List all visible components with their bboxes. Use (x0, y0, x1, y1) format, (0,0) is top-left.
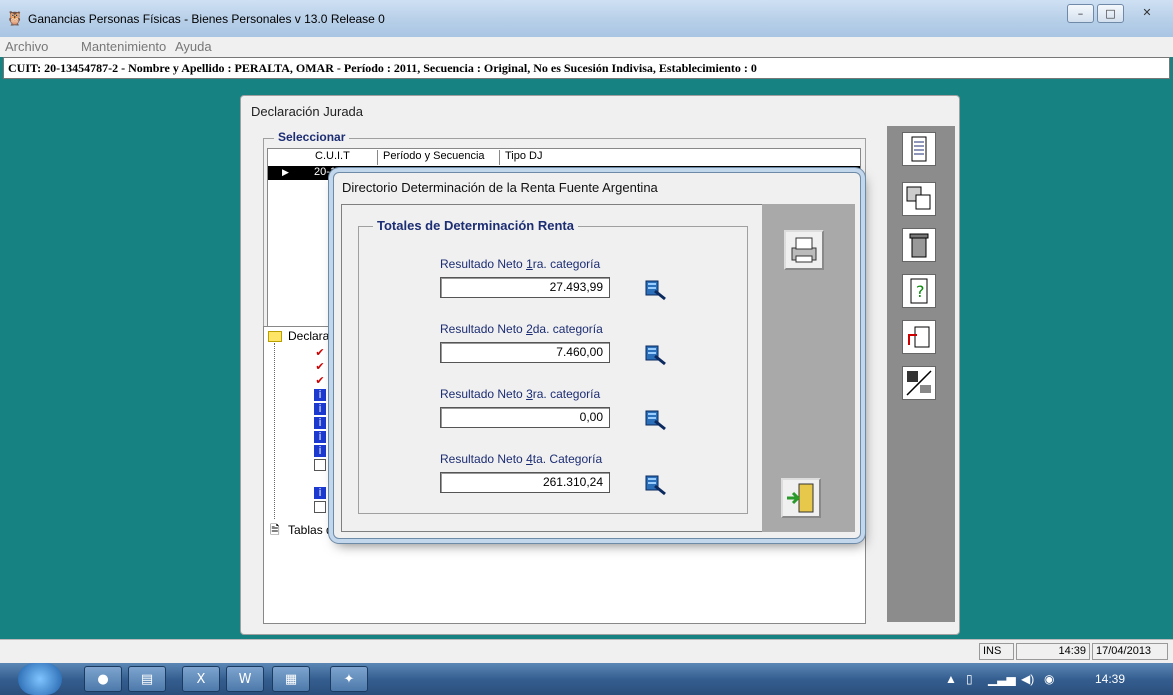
tree-item-blank-icon[interactable] (314, 501, 326, 513)
app-icon: 🦉 (6, 11, 24, 27)
tables-icon: 🗎 (270, 523, 280, 537)
taxpayer-info-line: CUIT: 20-13454787-2 - Nombre y Apellido … (3, 57, 1170, 79)
copy-documents-icon[interactable] (902, 182, 936, 216)
menu-bar: Archivo Mantenimiento Ayuda (0, 37, 1173, 57)
taskbar: ● ▤ X W ▦ ✦ ▲ ▯ ▁▃▅ ◀) ◉ 14:39 (0, 663, 1173, 695)
tree-item-info-icon[interactable]: i (314, 487, 326, 499)
tree-item-info-icon[interactable]: i (314, 417, 326, 429)
right-toolbar: ? (887, 126, 955, 622)
menu-mantenimiento[interactable]: Mantenimiento (81, 39, 166, 54)
window-title: Ganancias Personas Físicas - Bienes Pers… (28, 12, 385, 26)
status-mode: INS (979, 643, 1014, 660)
minimize-button[interactable]: – (1067, 4, 1094, 23)
search-detail-icon[interactable] (644, 409, 668, 431)
word-icon[interactable]: W (226, 666, 264, 692)
tray-expand-icon[interactable]: ▲ (945, 672, 957, 686)
exit-door-button[interactable] (781, 478, 821, 518)
maximize-button[interactable]: □ (1097, 4, 1124, 23)
resultado-4ta-label: Resultado Neto 4ta. Categoría (440, 452, 603, 466)
search-detail-icon[interactable] (644, 474, 668, 496)
resultado-1ra-field[interactable]: 27.493,99 (440, 277, 610, 298)
grid-header-cuit[interactable]: C.U.I.T (312, 150, 378, 165)
status-time: 14:39 (1016, 643, 1090, 660)
resultado-1ra-label: Resultado Neto 1ra. categoría (440, 257, 601, 271)
status-date: 17/04/2013 (1092, 643, 1168, 660)
resultado-3ra-label: Resultado Neto 3ra. categoría (440, 387, 601, 401)
tree-item-check-icon[interactable]: ✔ (314, 347, 326, 359)
tree-connector (274, 343, 275, 519)
resultado-3ra-field[interactable]: 0,00 (440, 407, 610, 428)
search-detail-icon[interactable] (644, 279, 668, 301)
ganancias-app-icon[interactable]: ✦ (330, 666, 368, 692)
resultado-2da-field[interactable]: 7.460,00 (440, 342, 610, 363)
status-bar: INS 14:39 17/04/2013 (0, 639, 1173, 663)
renta-fuente-argentina-dialog: Directorio Determinación de la Renta Fue… (333, 172, 861, 539)
search-detail-icon[interactable] (644, 344, 668, 366)
folder-icon (268, 331, 282, 342)
seleccionar-legend: Seleccionar (274, 130, 350, 144)
menu-archivo[interactable]: Archivo (5, 39, 48, 54)
menu-ayuda[interactable]: Ayuda (175, 39, 212, 54)
dj-window-title: Declaración Jurada (251, 104, 364, 119)
excel-icon[interactable]: X (182, 666, 220, 692)
resultado-4ta-field[interactable]: 261.310,24 (440, 472, 610, 493)
resultado-2da-label: Resultado Neto 2da. categoría (440, 322, 603, 336)
tree-item-check-icon[interactable]: ✔ (314, 375, 326, 387)
explorer-icon[interactable]: ▤ (128, 666, 166, 692)
grid-header-periodo[interactable]: Período y Secuencia (380, 150, 500, 165)
afip-app-icon[interactable]: ▦ (272, 666, 310, 692)
tree-item-info-icon[interactable]: i (314, 403, 326, 415)
tree-item-check-icon[interactable]: ✔ (314, 361, 326, 373)
dialog-title: Directorio Determinación de la Renta Fue… (342, 180, 658, 195)
export-icon[interactable] (902, 320, 936, 354)
trash-icon[interactable] (902, 228, 936, 262)
totales-legend: Totales de Determinación Renta (373, 218, 578, 233)
row-pointer-icon: ▶ (282, 167, 289, 177)
tree-item-blank-icon[interactable] (314, 459, 326, 471)
save-print-icon[interactable] (902, 366, 936, 400)
tray-device-icon[interactable]: ▯ (966, 672, 973, 686)
network-icon[interactable]: ▁▃▅ (988, 672, 1016, 686)
taskbar-clock[interactable]: 14:39 (1095, 672, 1125, 686)
chrome-icon[interactable]: ● (84, 666, 122, 692)
volume-icon[interactable]: ◀) (1021, 672, 1034, 686)
close-button[interactable]: ✕ (1127, 4, 1167, 23)
help-icon[interactable]: ? (902, 274, 936, 308)
tree-item-info-icon[interactable]: i (314, 389, 326, 401)
window-titlebar[interactable]: 🦉 Ganancias Personas Físicas - Bienes Pe… (0, 0, 1173, 37)
tray-app-icon[interactable]: ◉ (1044, 672, 1054, 686)
svg-text:?: ? (916, 282, 925, 301)
tree-item-info-icon[interactable]: i (314, 445, 326, 457)
print-button[interactable] (784, 230, 824, 270)
document-icon[interactable] (902, 132, 936, 166)
grid-header-tipo[interactable]: Tipo DJ (502, 150, 702, 165)
tree-item-info-icon[interactable]: i (314, 431, 326, 443)
start-button[interactable] (18, 663, 62, 695)
